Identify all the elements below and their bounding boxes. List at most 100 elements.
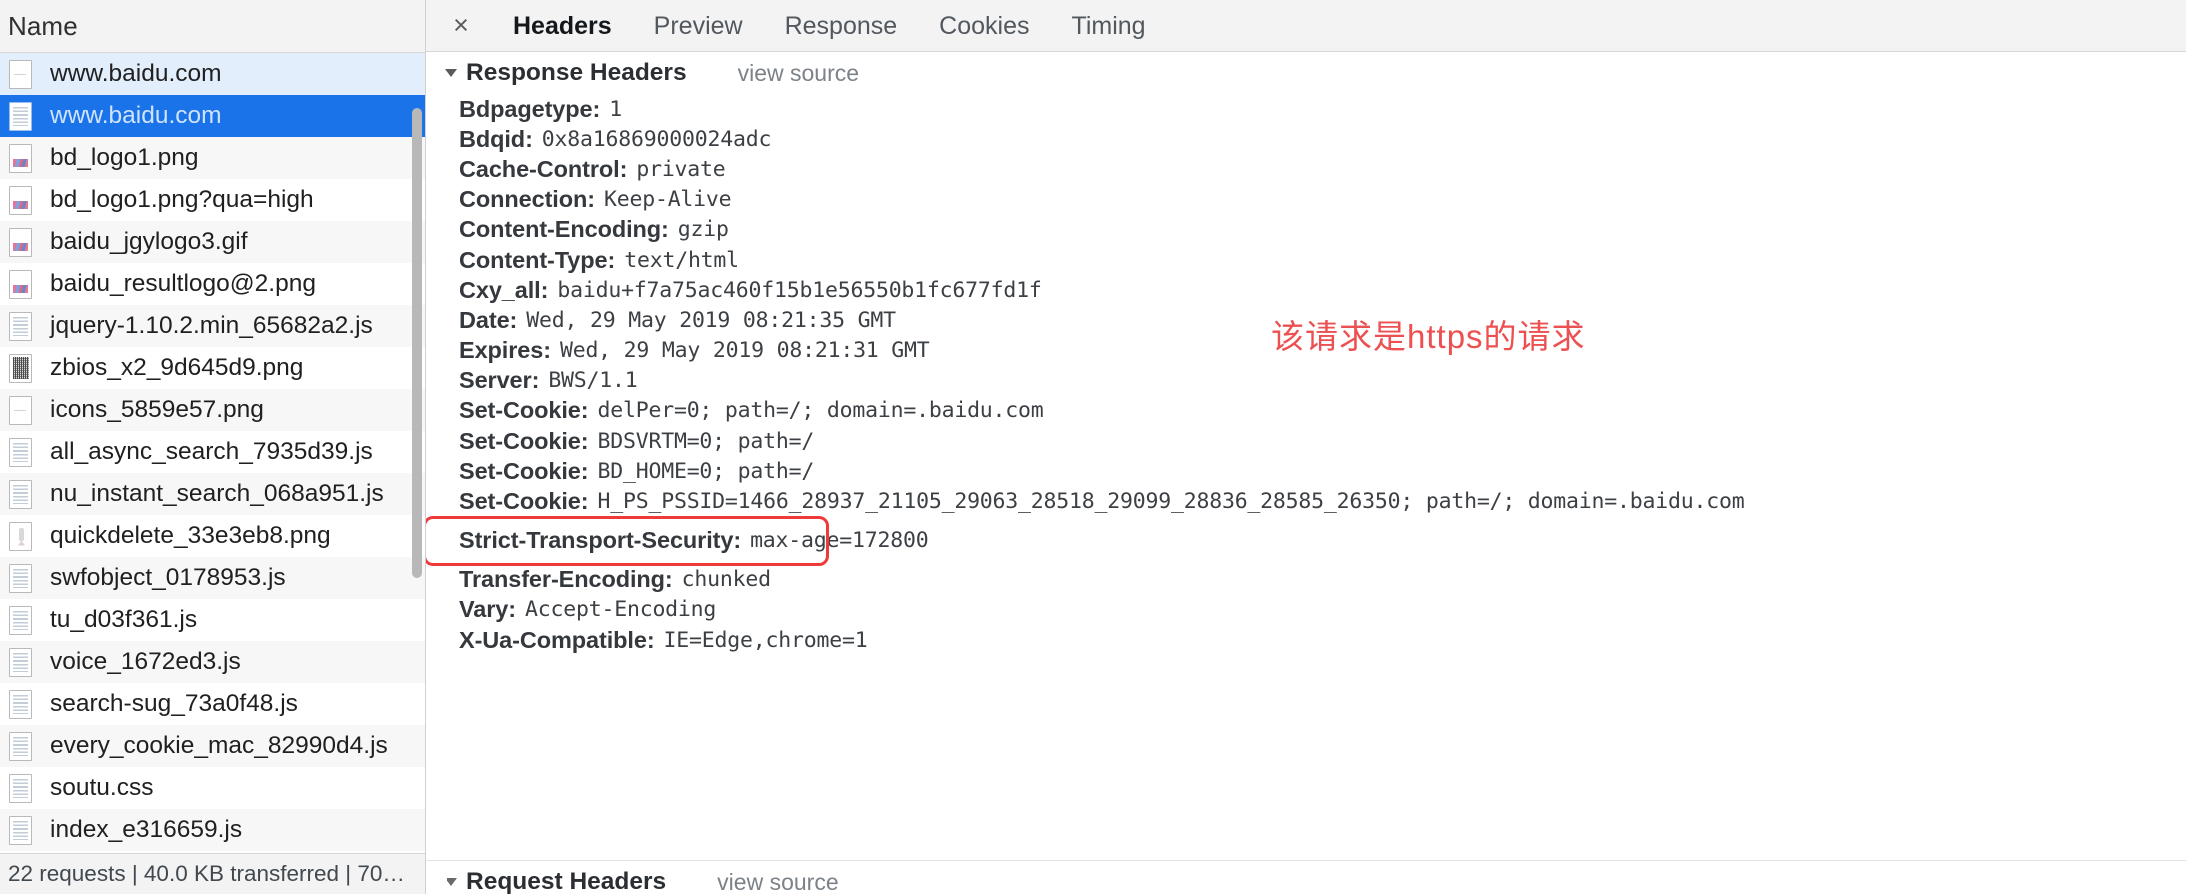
header-name: Vary: (459, 596, 516, 623)
document-icon (9, 731, 32, 761)
request-headers-section-header: Request Headers view source (447, 862, 839, 894)
header-row[interactable]: Content-Encoding: gzip (426, 215, 2186, 245)
header-name: Set-Cookie: (459, 397, 589, 424)
blank-document-icon (9, 395, 32, 425)
request-list-item[interactable]: www.baidu.com (0, 95, 425, 137)
request-name-label: swfobject_0178953.js (50, 564, 286, 591)
request-list-item[interactable]: jquery-1.10.2.min_65682a2.js (0, 305, 425, 347)
header-value: gzip (677, 217, 729, 243)
header-value: 1 (609, 96, 622, 122)
header-name: Bdqid: (459, 125, 533, 152)
header-value: max-age=172800 (750, 528, 929, 554)
header-value: Accept-Encoding (525, 597, 717, 623)
header-row[interactable]: Server: BWS/1.1 (426, 366, 2186, 396)
requests-list-scrollbar[interactable] (412, 108, 422, 688)
header-row[interactable]: Set-Cookie: delPer=0; path=/; domain=.bai… (426, 396, 2186, 426)
network-status-bar: 22 requests | 40.0 KB transferred | 70… (0, 853, 425, 894)
request-list-item[interactable]: icons_5859e57.png (0, 389, 425, 431)
header-row[interactable]: X-Ua-Compatible: IE=Edge,chrome=1 (426, 625, 2186, 655)
requests-list-panel: Name www.baidu.com www.baidu.com bd_logo1.… (0, 0, 426, 894)
requests-table-header: Name (0, 0, 425, 53)
marker-image-icon (9, 521, 32, 551)
headers-content[interactable]: Response Headers view source Bdpagetype:… (426, 52, 2186, 894)
header-row[interactable]: Bdpagetype: 1 (426, 94, 2186, 124)
response-headers-section-header: Response Headers view source (426, 52, 2186, 94)
request-list-item[interactable]: bd_logo1.png?qua=high (0, 179, 425, 221)
tab-response[interactable]: Response (764, 0, 919, 52)
request-list-item[interactable]: baidu_jgylogo3.gif (0, 221, 425, 263)
request-detail-panel: × Headers Preview Response Cookies Timing Re… (426, 0, 2186, 894)
header-value: BWS/1.1 (548, 368, 638, 394)
header-row-highlighted[interactable]: Strict-Transport-Security: max-age=172800 (426, 515, 929, 566)
request-list-item[interactable]: voice_1672ed3.js (0, 641, 425, 683)
document-icon (9, 773, 32, 803)
header-name: X-Ua-Compatible: (459, 626, 655, 653)
header-value: Keep-Alive (603, 187, 732, 213)
header-row[interactable]: Cache-Control: private (426, 154, 2186, 184)
header-row[interactable]: Transfer-Encoding: chunked (426, 565, 2186, 595)
header-row[interactable]: Vary: Accept-Encoding (426, 595, 2186, 625)
scrollbar-thumb[interactable] (412, 108, 422, 578)
request-list-item[interactable]: tu_d03f361.js (0, 599, 425, 641)
header-value: BD_HOME=0; path=/ (597, 458, 815, 484)
tab-timing[interactable]: Timing (1051, 0, 1167, 52)
request-name-label: quickdelete_33e3eb8.png (50, 522, 331, 549)
request-name-label: www.baidu.com (50, 102, 222, 129)
header-row[interactable]: Cxy_all: baidu+f7a75ac460f15b1e56550b1fc6… (426, 275, 2186, 305)
request-headers-title: Request Headers (466, 868, 667, 894)
request-name-label: all_async_search_7935d39.js (50, 438, 373, 465)
request-list-item[interactable]: search-sug_73a0f48.js (0, 683, 425, 725)
column-header-name[interactable]: Name (8, 11, 78, 42)
header-name: Cxy_all: (459, 276, 549, 303)
image-file-icon (9, 185, 32, 215)
request-name-label: nu_instant_search_068a951.js (50, 480, 384, 507)
request-list-item[interactable]: baidu_resultlogo@2.png (0, 263, 425, 305)
blank-document-icon (9, 59, 32, 89)
tab-cookies[interactable]: Cookies (918, 0, 1050, 52)
request-name-label: voice_1672ed3.js (50, 648, 241, 675)
header-name: Bdpagetype: (459, 95, 601, 122)
request-list-item[interactable]: bd_logo1.png (0, 137, 425, 179)
request-list-item[interactable]: index_e316659.js (0, 809, 425, 851)
header-row[interactable]: Bdqid: 0x8a16869000024adc (426, 124, 2186, 154)
header-row[interactable]: Set-Cookie: BDSVRTM=0; path=/ (426, 426, 2186, 456)
document-icon (9, 311, 32, 341)
request-list-item[interactable]: nu_instant_search_068a951.js (0, 473, 425, 515)
header-value: text/html (624, 247, 739, 273)
header-name: Strict-Transport-Security: (459, 527, 742, 554)
header-name: Date: (459, 306, 518, 333)
header-row[interactable]: Set-Cookie: BD_HOME=0; path=/ (426, 456, 2186, 486)
request-name-label: bd_logo1.png?qua=high (50, 186, 314, 213)
request-name-label: zbios_x2_9d645d9.png (50, 354, 304, 381)
document-icon (9, 815, 32, 845)
header-value: Wed, 29 May 2019 08:21:31 GMT (559, 338, 930, 364)
tab-headers[interactable]: Headers (492, 0, 633, 52)
request-list-item[interactable]: zbios_x2_9d645d9.png (0, 347, 425, 389)
request-list-item[interactable]: www.baidu.com (0, 53, 425, 95)
header-row[interactable]: Set-Cookie: H_PS_PSSID=1466_28937_21105_2… (426, 486, 2186, 516)
document-icon (9, 689, 32, 719)
header-name: Connection: (459, 186, 595, 213)
requests-list[interactable]: www.baidu.com www.baidu.com bd_logo1.pngbd… (0, 53, 425, 853)
devtools-network-panel: Name www.baidu.com www.baidu.com bd_logo1.… (0, 0, 2186, 894)
header-row[interactable]: Content-Type: text/html (426, 245, 2186, 275)
request-list-item[interactable]: quickdelete_33e3eb8.png (0, 515, 425, 557)
request-list-item[interactable]: every_cookie_mac_82990d4.js (0, 725, 425, 767)
response-view-source-link[interactable]: view source (738, 60, 859, 87)
annotation-text: 该请求是https的请求 (1271, 318, 1586, 355)
request-list-item[interactable]: all_async_search_7935d39.js (0, 431, 425, 473)
request-view-source-link[interactable]: view source (717, 869, 838, 894)
request-list-item[interactable]: soutu.css (0, 767, 425, 809)
header-name: Set-Cookie: (459, 427, 589, 454)
header-name: Cache-Control: (459, 155, 628, 182)
chevron-down-icon[interactable] (445, 69, 457, 77)
header-row[interactable]: Connection: Keep-Alive (426, 185, 2186, 215)
tab-preview[interactable]: Preview (633, 0, 764, 52)
header-name: Server: (459, 367, 540, 394)
document-icon (9, 479, 32, 509)
document-icon (9, 647, 32, 677)
chevron-down-icon-request[interactable] (447, 878, 457, 886)
request-list-item[interactable]: swfobject_0178953.js (0, 557, 425, 599)
close-icon[interactable]: × (444, 9, 478, 43)
header-value: H_PS_PSSID=1466_28937_21105_29063_28518_… (597, 489, 1745, 515)
